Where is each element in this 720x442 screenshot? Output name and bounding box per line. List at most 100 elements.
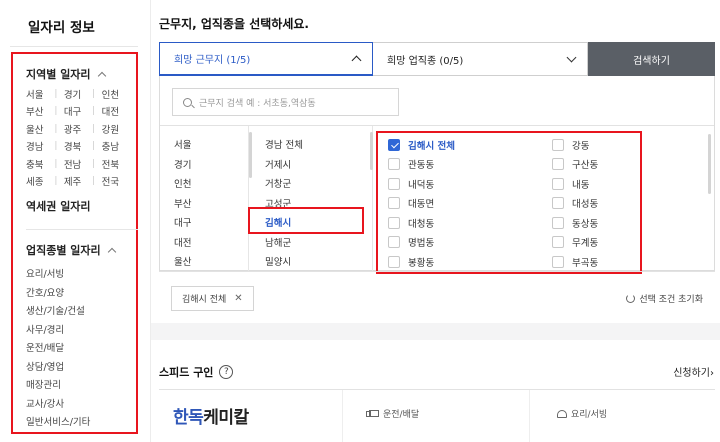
dong-checkbox-grid: 김해시 전체 강동 관동동 구산동 내덕동 내동 대동면 대성동 대청동 동상동…: [388, 135, 652, 272]
region-link[interactable]: 세종: [26, 174, 54, 188]
job-link[interactable]: 생산/기술/건설: [26, 303, 90, 322]
dong-option[interactable]: 부곡동: [552, 255, 652, 269]
province-item[interactable]: 경기: [174, 156, 191, 176]
checkbox-icon[interactable]: [552, 216, 564, 229]
tab-location[interactable]: 희망 근무지 (1/5): [159, 42, 373, 76]
checkbox-icon[interactable]: [552, 138, 564, 151]
region-link[interactable]: 인천: [102, 87, 130, 101]
dong-option[interactable]: 대성동: [552, 196, 652, 210]
job-link[interactable]: 운전/배달: [26, 340, 90, 359]
dong-scrollbar[interactable]: [708, 134, 711, 194]
job-link[interactable]: 일반서비스/기타: [26, 414, 90, 433]
dong-option[interactable]: 대동면: [388, 196, 552, 210]
checkbox-checked-icon[interactable]: [388, 138, 400, 151]
region-link[interactable]: 울산: [26, 122, 54, 136]
location-panel: 근무지 검색 예 : 서초동,역삼동 서울 경기 인천 부산 대구 대전 울산 …: [159, 76, 715, 274]
province-item[interactable]: 울산: [174, 253, 191, 273]
province-item[interactable]: 인천: [174, 175, 191, 195]
checkbox-icon[interactable]: [388, 236, 400, 249]
checkbox-icon[interactable]: [388, 158, 400, 171]
checkbox-icon[interactable]: [388, 255, 400, 268]
dong-option[interactable]: 내동: [552, 177, 652, 191]
category-card-cooking[interactable]: 요리/서빙: [557, 407, 607, 420]
region-link[interactable]: 전북: [102, 157, 130, 171]
job-link[interactable]: 간호/요양: [26, 285, 90, 304]
dong-row: 대동면 대성동: [388, 194, 652, 214]
checkbox-icon[interactable]: [388, 177, 400, 190]
job-section-header[interactable]: 업직종별 일자리: [26, 242, 116, 258]
panel-divider: [160, 125, 714, 126]
dong-option[interactable]: 명법동: [388, 235, 552, 249]
speed-hiring-cards: 한독케미칼 운전/배달 요리/서빙: [159, 389, 715, 442]
province-item[interactable]: 부산: [174, 195, 191, 215]
dong-option[interactable]: 동상동: [552, 216, 652, 230]
dong-row: 김해시 전체 강동: [388, 135, 652, 155]
reset-label: 선택 조건 초기화: [639, 295, 703, 305]
company-logo[interactable]: 한독케미칼: [173, 403, 249, 428]
dong-option[interactable]: 내덕동: [388, 177, 552, 191]
job-link[interactable]: 요리/서빙: [26, 266, 90, 285]
region-link[interactable]: 대구: [64, 104, 92, 118]
checkbox-icon[interactable]: [552, 236, 564, 249]
tab-job[interactable]: 희망 업직종 (0/5): [373, 42, 588, 76]
job-link[interactable]: 사무/경리: [26, 322, 90, 341]
checkbox-icon[interactable]: [552, 177, 564, 190]
region-link[interactable]: 전국: [102, 174, 130, 188]
region-link[interactable]: 제주: [64, 174, 92, 188]
help-icon[interactable]: ?: [219, 365, 234, 379]
dong-row: 관동동 구산동: [388, 155, 652, 175]
province-item[interactable]: 대구: [174, 214, 191, 234]
selected-filter-chip[interactable]: 김해시 전체 ✕: [171, 286, 254, 311]
job-link[interactable]: 매장관리: [26, 377, 90, 396]
city-item[interactable]: 남해군: [265, 234, 303, 254]
job-section-label: 업직종별 일자리: [26, 244, 101, 257]
city-item[interactable]: 경남 전체: [265, 136, 303, 156]
checkbox-icon[interactable]: [388, 197, 400, 210]
city-item[interactable]: 밀양시: [265, 253, 303, 273]
region-link[interactable]: 경북: [64, 139, 92, 153]
dong-label: 대성동: [572, 199, 599, 211]
close-icon[interactable]: ✕: [234, 293, 242, 304]
dong-option[interactable]: 무계동: [552, 235, 652, 249]
location-search-input[interactable]: 근무지 검색 예 : 서초동,역삼동: [172, 88, 399, 116]
job-link[interactable]: 상담/영업: [26, 359, 90, 378]
reset-filters-button[interactable]: 선택 조건 초기화: [626, 292, 703, 305]
region-link[interactable]: 강원: [102, 122, 130, 136]
checkbox-icon[interactable]: [388, 216, 400, 229]
province-item[interactable]: 서울: [174, 136, 191, 156]
dong-row: 내덕동 내동: [388, 174, 652, 194]
region-link[interactable]: 대전: [102, 104, 130, 118]
chip-label: 김해시 전체: [182, 295, 227, 305]
dong-label: 부곡동: [572, 257, 599, 269]
region-link[interactable]: 부산: [26, 104, 54, 118]
station-section-header[interactable]: 역세권 일자리: [26, 198, 91, 214]
region-link[interactable]: 충북: [26, 157, 54, 171]
dong-label: 대동면: [408, 199, 435, 211]
province-scrollbar[interactable]: [249, 132, 252, 178]
category-card-delivery[interactable]: 운전/배달: [366, 407, 419, 420]
checkbox-icon[interactable]: [552, 255, 564, 268]
dong-option[interactable]: 구산동: [552, 157, 652, 171]
region-link[interactable]: 경기: [64, 87, 92, 101]
region-section-header[interactable]: 지역별 일자리: [26, 66, 106, 82]
region-link[interactable]: 서울: [26, 87, 54, 101]
card-divider: [529, 390, 530, 442]
region-link[interactable]: 경남: [26, 139, 54, 153]
province-item[interactable]: 대전: [174, 234, 191, 254]
dong-option[interactable]: 관동동: [388, 157, 552, 171]
city-item[interactable]: 거창군: [265, 175, 303, 195]
region-link[interactable]: 광주: [64, 122, 92, 136]
region-link[interactable]: 충남: [102, 139, 130, 153]
dong-option[interactable]: 봉황동: [388, 255, 552, 269]
dong-option[interactable]: 대청동: [388, 216, 552, 230]
region-link[interactable]: 전남: [64, 157, 92, 171]
search-button[interactable]: 검색하기: [588, 42, 715, 76]
checkbox-icon[interactable]: [552, 197, 564, 210]
dong-option[interactable]: 강동: [552, 138, 652, 152]
apply-link[interactable]: 신청하기›: [673, 364, 714, 379]
dong-option[interactable]: 김해시 전체: [388, 138, 552, 152]
city-item[interactable]: 거제시: [265, 156, 303, 176]
checkbox-icon[interactable]: [552, 158, 564, 171]
city-scrollbar[interactable]: [370, 132, 373, 170]
job-link[interactable]: 교사/강사: [26, 396, 90, 415]
